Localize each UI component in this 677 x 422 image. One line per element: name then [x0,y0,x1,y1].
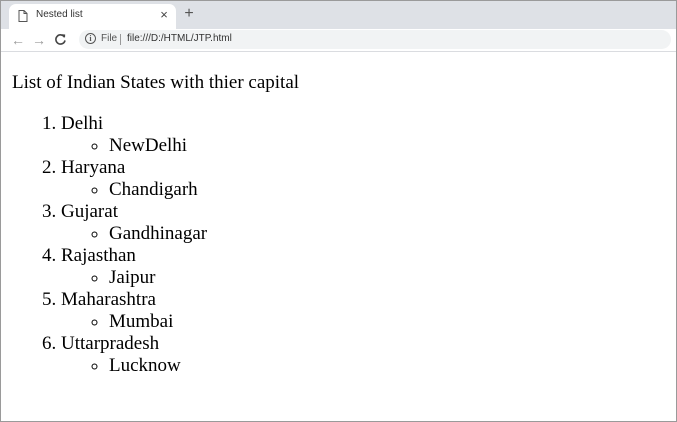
capital-list: Mumbai [61,311,207,333]
capital-list: NewDelhi [61,135,207,157]
divider [120,34,121,45]
back-arrow-icon[interactable]: ← [10,32,26,48]
state-name: Haryana [61,157,126,178]
forward-arrow-icon[interactable]: → [31,32,47,48]
list-item-state: Rajasthan Jaipur [61,245,207,289]
document-icon [18,10,28,22]
capital-name: Chandigarh [109,179,207,201]
browser-window: Nested list × + ← → i File file:///D:/HT… [0,0,677,422]
state-name: Rajasthan [61,245,136,266]
list-item-state: Delhi NewDelhi [61,113,207,157]
capital-list: Lucknow [61,355,207,377]
url-scheme-label: File [101,33,118,44]
close-icon[interactable]: × [157,8,171,22]
capital-name: Gandhinagar [109,223,207,245]
toolbar: ← → i File file:///D:/HTML/JTP.html [1,29,676,52]
states-list: Delhi NewDelhi Haryana Chandigarh Gujara… [1,113,207,377]
reload-icon[interactable] [54,33,67,46]
state-name: Gujarat [61,201,118,222]
list-item-state: Gujarat Gandhinagar [61,201,207,245]
info-icon[interactable]: i [85,33,96,44]
state-name: Maharashtra [61,289,156,310]
tab-nested-list[interactable]: Nested list × [9,4,176,29]
url-text[interactable]: file:///D:/HTML/JTP.html [127,33,232,44]
capital-list: Jaipur [61,267,207,289]
page-heading: List of Indian States with thier capital [12,72,300,93]
state-name: Uttarpradesh [61,333,160,354]
address-bar[interactable]: i File file:///D:/HTML/JTP.html [79,30,671,49]
capital-list: Chandigarh [61,179,207,201]
list-item-state: Maharashtra Mumbai [61,289,207,333]
capital-list: Gandhinagar [61,223,207,245]
tab-strip: Nested list × + [1,1,676,29]
capital-name: Jaipur [109,267,207,289]
tab-title: Nested list [36,9,83,20]
list-item-state: Uttarpradesh Lucknow [61,333,207,377]
page-content: List of Indian States with thier capital… [1,52,676,421]
capital-name: Mumbai [109,311,207,333]
list-item-state: Haryana Chandigarh [61,157,207,201]
new-tab-icon[interactable]: + [181,6,197,22]
capital-name: NewDelhi [109,135,207,157]
capital-name: Lucknow [109,355,207,377]
state-name: Delhi [61,113,104,134]
